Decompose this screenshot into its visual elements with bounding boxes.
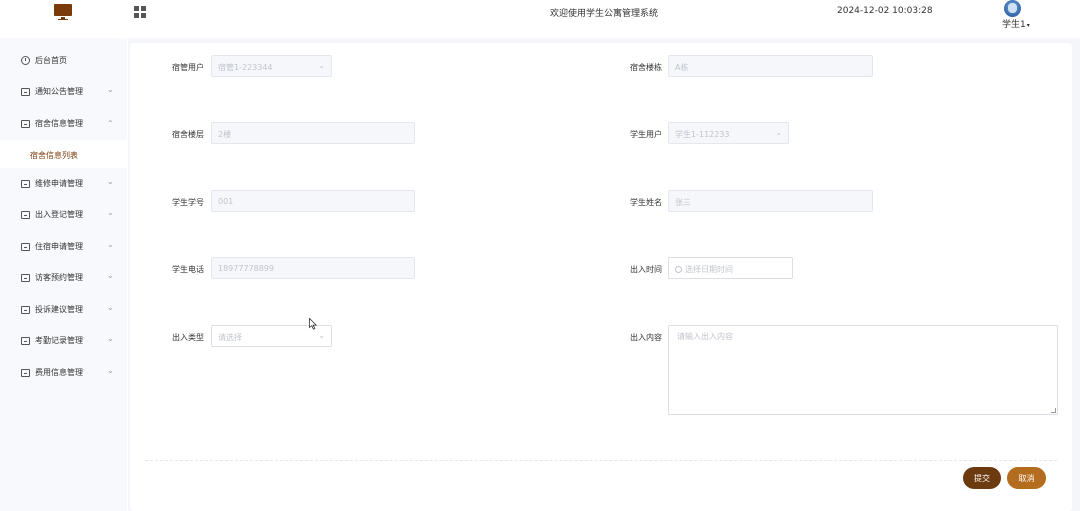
dorm-building-field[interactable]: A栋 bbox=[668, 55, 873, 77]
current-datetime: 2024-12-02 10:03:28 bbox=[837, 6, 933, 16]
doc-icon bbox=[21, 120, 30, 128]
chevron-down-icon: ⌄ bbox=[107, 177, 114, 186]
dorm-floor-label: 宿舍楼层 bbox=[172, 130, 204, 139]
chevron-down-icon: ⌄ bbox=[318, 331, 325, 340]
sidebar-item-lodging[interactable]: 住宿申请管理 ⌄ bbox=[0, 233, 127, 261]
resize-handle-icon[interactable] bbox=[1051, 408, 1056, 413]
access-content-placeholder: 请输入出入内容 bbox=[677, 332, 733, 341]
menu-grid-icon[interactable] bbox=[134, 6, 146, 18]
doc-icon bbox=[21, 369, 30, 377]
sidebar-item-attendance[interactable]: 考勤记录管理 ⌄ bbox=[0, 327, 127, 355]
sidebar-item-label: 出入登记管理 bbox=[35, 210, 83, 219]
sidebar: 后台首页 通知公告管理 ⌄ 宿舍信息管理 ⌃ 宿舍信息列表 维修申请管理 ⌄ 出… bbox=[0, 38, 127, 511]
sidebar-item-fees[interactable]: 费用信息管理 ⌄ bbox=[0, 359, 127, 387]
mouse-cursor-icon bbox=[309, 318, 317, 330]
student-name-field[interactable]: 张三 bbox=[668, 190, 873, 212]
student-no-label: 学生学号 bbox=[172, 198, 204, 207]
avatar bbox=[1004, 0, 1021, 17]
clock-icon bbox=[21, 56, 30, 65]
chevron-up-icon: ⌃ bbox=[107, 119, 114, 128]
dorm-floor-field[interactable]: 2楼 bbox=[211, 122, 415, 144]
access-content-label: 出入内容 bbox=[630, 333, 662, 342]
access-time-placeholder: 选择日期时间 bbox=[685, 265, 733, 274]
student-user-value: 学生1-112233 bbox=[675, 130, 730, 139]
doc-icon bbox=[21, 211, 30, 219]
chevron-down-icon: ⌄ bbox=[107, 334, 114, 343]
chevron-down-icon: ⌄ bbox=[318, 61, 325, 70]
cancel-button[interactable]: 取消 bbox=[1007, 467, 1046, 489]
dorm-floor-value: 2楼 bbox=[218, 130, 232, 139]
sidebar-item-label: 后台首页 bbox=[35, 56, 67, 65]
student-phone-field[interactable]: 18977778899 bbox=[211, 257, 415, 279]
username: 学生1 bbox=[1002, 20, 1026, 30]
doc-icon bbox=[21, 88, 30, 96]
sidebar-item-label: 宿舍信息管理 bbox=[35, 119, 83, 128]
access-type-label: 出入类型 bbox=[172, 333, 204, 342]
sidebar-subitem-label: 宿舍信息列表 bbox=[30, 151, 78, 160]
doc-icon bbox=[21, 306, 30, 314]
dorm-user-select[interactable]: 宿管1-223344 ⌄ bbox=[211, 55, 332, 77]
access-time-picker[interactable]: 选择日期时间 bbox=[668, 257, 793, 279]
sidebar-item-complaint[interactable]: 投诉建议管理 ⌄ bbox=[0, 296, 127, 324]
form-divider bbox=[145, 460, 1057, 461]
student-user-select[interactable]: 学生1-112233 ⌄ bbox=[668, 122, 789, 144]
chevron-down-icon: ⌄ bbox=[107, 366, 114, 375]
sidebar-item-label: 维修申请管理 bbox=[35, 179, 83, 188]
sidebar-item-visitor[interactable]: 访客预约管理 ⌄ bbox=[0, 264, 127, 292]
chevron-down-icon: ⌄ bbox=[775, 128, 782, 137]
sidebar-item-dorm-info[interactable]: 宿舍信息管理 ⌃ bbox=[0, 110, 127, 138]
sidebar-item-label: 通知公告管理 bbox=[35, 87, 83, 96]
sidebar-item-notice[interactable]: 通知公告管理 ⌄ bbox=[0, 78, 127, 106]
student-phone-label: 学生电话 bbox=[172, 265, 204, 274]
student-name-label: 学生姓名 bbox=[630, 198, 662, 207]
access-time-label: 出入时间 bbox=[630, 265, 662, 274]
access-type-placeholder: 请选择 bbox=[218, 333, 242, 342]
submit-button[interactable]: 提交 bbox=[963, 467, 1001, 489]
student-phone-value: 18977778899 bbox=[218, 264, 274, 273]
doc-icon bbox=[21, 337, 30, 345]
monitor-logo-icon bbox=[54, 4, 72, 22]
sidebar-item-label: 费用信息管理 bbox=[35, 368, 83, 377]
sidebar-item-access[interactable]: 出入登记管理 ⌄ bbox=[0, 201, 127, 229]
chevron-down-icon: ⌄ bbox=[107, 240, 114, 249]
student-no-value: 001 bbox=[218, 197, 234, 206]
dorm-building-label: 宿舍楼栋 bbox=[630, 63, 662, 72]
sidebar-item-label: 投诉建议管理 bbox=[35, 305, 83, 314]
user-menu[interactable]: 学生1▾ bbox=[1000, 0, 1032, 30]
chevron-down-icon: ⌄ bbox=[107, 271, 114, 280]
chevron-down-icon: ⌄ bbox=[107, 303, 114, 312]
doc-icon bbox=[21, 180, 30, 188]
doc-icon bbox=[21, 274, 30, 282]
sidebar-item-label: 考勤记录管理 bbox=[35, 336, 83, 345]
sidebar-subitem-dorm-list[interactable]: 宿舍信息列表 bbox=[0, 140, 127, 168]
student-name-value: 张三 bbox=[675, 198, 691, 207]
student-no-field[interactable]: 001 bbox=[211, 190, 415, 212]
dorm-building-value: A栋 bbox=[675, 63, 689, 72]
top-bar: 欢迎使用学生公寓管理系统 2024-12-02 10:03:28 学生1▾ bbox=[0, 0, 1080, 30]
chevron-down-icon: ⌄ bbox=[107, 85, 114, 94]
chevron-down-icon: ▾ bbox=[1026, 22, 1030, 29]
welcome-text: 欢迎使用学生公寓管理系统 bbox=[550, 9, 659, 19]
sidebar-item-label: 住宿申请管理 bbox=[35, 242, 83, 251]
sidebar-item-label: 访客预约管理 bbox=[35, 273, 83, 282]
doc-icon bbox=[21, 243, 30, 251]
access-content-textarea[interactable]: 请输入出入内容 bbox=[668, 325, 1058, 415]
sidebar-item-repair[interactable]: 维修申请管理 ⌄ bbox=[0, 170, 127, 198]
student-user-label: 学生用户 bbox=[630, 130, 662, 139]
dorm-user-label: 宿管用户 bbox=[172, 63, 204, 72]
chevron-down-icon: ⌄ bbox=[107, 208, 114, 217]
clock-icon bbox=[675, 266, 682, 273]
dorm-user-value: 宿管1-223344 bbox=[218, 63, 273, 72]
sidebar-item-home[interactable]: 后台首页 bbox=[0, 47, 127, 75]
